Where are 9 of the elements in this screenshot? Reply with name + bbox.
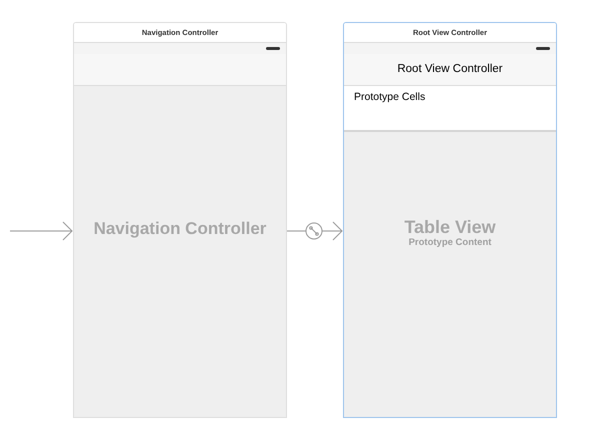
navigation-title: Root View Controller <box>397 62 503 77</box>
battery-icon <box>536 47 550 50</box>
section-label: Prototype Cells <box>354 91 426 103</box>
entry-arrow <box>10 221 73 241</box>
segue-arrow <box>287 221 343 241</box>
placeholder-title: Table View <box>404 218 496 236</box>
placeholder-subtitle: Prototype Content <box>408 238 492 248</box>
placeholder-title: Navigation Controller <box>94 220 266 237</box>
battery-icon <box>266 47 280 50</box>
